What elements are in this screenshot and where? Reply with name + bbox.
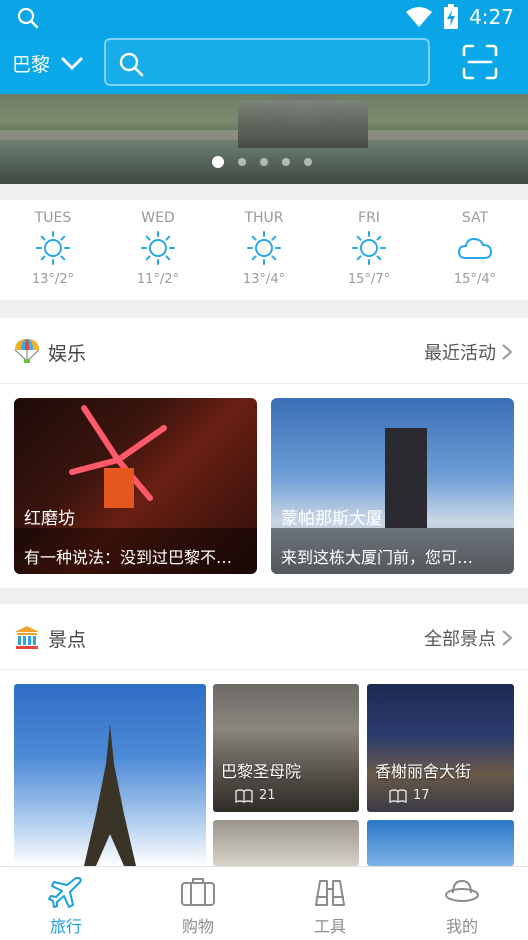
attractions-section: 景点 全部景点 巴黎圣母院 21 香榭丽舍大街 17 [0, 604, 528, 866]
forecast-temp: 11°/2° [136, 272, 180, 287]
attraction-card-obelisk[interactable] [367, 820, 514, 866]
forecast-day-name: THUR [244, 210, 284, 226]
airplane-icon [48, 877, 82, 908]
forecast-day: SAT 15°/4° [430, 210, 520, 287]
entertainment-section: 娱乐 最近活动 红磨坊 有一种说法：没到过巴黎不… 蒙帕那斯大厦 来到这栋大厦门… [0, 318, 528, 588]
attraction-card-notre-dame[interactable]: 巴黎圣母院 21 [213, 684, 359, 812]
hat-icon [445, 879, 479, 902]
weather-forecast[interactable]: TUES 13°/2° WED 11°/2° THUR 13°/4° FRI 1… [0, 200, 528, 300]
carousel-indicators [212, 156, 312, 168]
app-screen: 4:27 巴黎 TUES 13°/2° WED 11°/2° THUR 13°/… [0, 0, 528, 940]
forecast-temp: 15°/7° [347, 272, 391, 287]
forecast-day: THUR 13°/4° [219, 210, 309, 287]
nav-label: 我的 [445, 917, 478, 936]
attraction-count: 17 [389, 788, 430, 803]
city-label: 巴黎 [12, 54, 51, 76]
chevron-right-icon [502, 630, 513, 646]
carousel-dot[interactable] [282, 158, 290, 166]
binoculars-icon [315, 880, 345, 906]
bottom-nav: 旅行 购物 工具 我的 [0, 866, 528, 940]
windmill-image [69, 405, 167, 508]
count-value: 21 [259, 788, 276, 803]
nav-label: 购物 [181, 917, 214, 936]
eiffel-tower-image [84, 724, 136, 866]
attraction-name: 香榭丽舍大街 [375, 762, 472, 781]
attraction-count: 21 [235, 788, 276, 803]
sun-icon [141, 231, 175, 265]
clock: 4:27 [469, 5, 514, 29]
more-label: 全部景点 [424, 629, 496, 650]
section-header: 景点 全部景点 [0, 604, 528, 670]
city-selector[interactable]: 巴黎 [12, 50, 84, 77]
nav-profile[interactable]: 我的 [396, 867, 528, 940]
search-input[interactable] [152, 50, 412, 76]
search-icon [17, 7, 39, 29]
chevron-right-icon [502, 344, 513, 360]
forecast-temp: 13°/2° [31, 272, 75, 287]
attraction-card-arc-de-triomphe[interactable] [213, 820, 359, 866]
book-icon [235, 788, 253, 803]
sun-icon [247, 231, 281, 265]
forecast-day: WED 11°/2° [113, 210, 203, 287]
forecast-temp: 15°/4° [453, 272, 497, 287]
forecast-day-name: FRI [358, 210, 380, 226]
sun-icon [36, 231, 70, 265]
recent-events-link[interactable]: 最近活动 [424, 339, 514, 365]
section-title: 娱乐 [48, 343, 87, 365]
status-indicators: 4:27 [405, 4, 514, 30]
event-title: 红磨坊 [24, 509, 75, 529]
event-card-moulin-rouge[interactable]: 红磨坊 有一种说法：没到过巴黎不… [14, 398, 257, 574]
forecast-temp: 13°/4° [242, 272, 286, 287]
fountain-image [238, 100, 368, 148]
more-label: 最近活动 [424, 343, 496, 364]
event-description: 来到这栋大厦门前，您可… [281, 548, 474, 567]
forecast-day-name: WED [141, 210, 175, 226]
count-value: 17 [413, 788, 430, 803]
nav-label: 旅行 [49, 917, 82, 936]
forecast-day-name: TUES [34, 210, 72, 226]
carousel-dot[interactable] [260, 158, 268, 166]
event-card-montparnasse[interactable]: 蒙帕那斯大厦 来到这栋大厦门前，您可… [271, 398, 514, 574]
nav-label: 工具 [313, 917, 346, 936]
nav-tools[interactable]: 工具 [264, 867, 396, 940]
attraction-name: 巴黎圣母院 [221, 762, 302, 781]
all-attractions-link[interactable]: 全部景点 [424, 625, 514, 651]
forecast-day: FRI 15°/7° [324, 210, 414, 287]
chevron-down-icon [61, 57, 83, 69]
suitcase-icon [181, 878, 215, 906]
forecast-day-name: SAT [461, 210, 489, 226]
banner-carousel[interactable] [0, 94, 528, 184]
section-title: 景点 [48, 629, 87, 651]
landmark-icon [15, 626, 39, 649]
sun-icon [352, 231, 386, 265]
forecast-day: TUES 13°/2° [8, 210, 98, 287]
section-header: 娱乐 最近活动 [0, 318, 528, 384]
cloud-icon [457, 237, 493, 259]
book-icon [389, 788, 407, 803]
wifi-icon [406, 7, 433, 27]
tower-image [385, 428, 427, 528]
parachute-icon [14, 339, 40, 363]
nav-travel[interactable]: 旅行 [0, 867, 132, 940]
attraction-card-champs-elysees[interactable]: 香榭丽舍大街 17 [367, 684, 514, 812]
event-description: 有一种说法：没到过巴黎不… [24, 548, 233, 567]
attraction-card-eiffel[interactable] [14, 684, 206, 866]
battery-charging-icon [444, 4, 459, 29]
scan-icon[interactable] [462, 44, 498, 80]
nav-shopping[interactable]: 购物 [132, 867, 264, 940]
top-header: 巴黎 [0, 36, 528, 94]
event-title: 蒙帕那斯大厦 [281, 509, 383, 529]
search-bar[interactable] [104, 38, 430, 86]
carousel-dot[interactable] [212, 156, 224, 168]
search-icon [119, 52, 144, 77]
status-bar: 4:27 [0, 0, 528, 36]
carousel-dot[interactable] [304, 158, 312, 166]
carousel-dot[interactable] [238, 158, 246, 166]
